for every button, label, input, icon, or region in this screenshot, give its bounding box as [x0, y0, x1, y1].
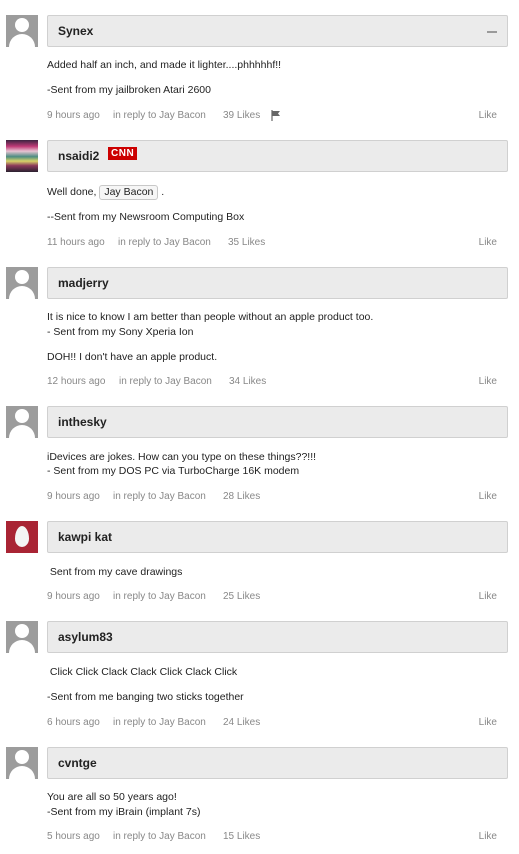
comment-meta: 11 hours ago in reply to Jay Bacon 35 Li… [47, 237, 497, 251]
author-name[interactable]: nsaidi2 [58, 149, 99, 163]
author-name[interactable]: madjerry [58, 276, 109, 290]
comment-header: asylum83 [47, 621, 508, 653]
comment-meta: 5 hours ago in reply to Jay Bacon 15 Lik… [47, 831, 497, 845]
likes-count[interactable]: 24 Likes [223, 717, 260, 728]
default-user-icon [15, 624, 29, 638]
default-user-icon [15, 270, 29, 284]
comment-meta: 9 hours ago in reply to Jay Bacon 39 Lik… [47, 110, 497, 124]
reply-link[interactable]: in reply to Jay Bacon [113, 491, 206, 502]
avatar[interactable] [6, 406, 38, 438]
like-button[interactable]: Like [479, 110, 497, 121]
timestamp[interactable]: 6 hours ago [47, 717, 100, 728]
comment-header: Synex [47, 15, 508, 47]
reply-link[interactable]: in reply to Jay Bacon [113, 110, 206, 121]
author-name[interactable]: kawpi kat [58, 530, 112, 544]
comment-line: DOH!! I don't have an apple product. [47, 351, 218, 363]
likes-count[interactable]: 34 Likes [229, 376, 266, 387]
like-button[interactable]: Like [479, 717, 497, 728]
likes-count[interactable]: 25 Likes [223, 591, 260, 602]
comment-header: nsaidi2 CNN [47, 140, 508, 172]
comment-line: Click Click Clack Clack Click Clack Clic… [47, 666, 238, 678]
flag-icon[interactable] [271, 110, 282, 121]
comment-line: Sent from my cave drawings [47, 566, 183, 578]
comment-line: -Sent from me banging two sticks togethe… [47, 691, 244, 703]
comment-header: cvntge [47, 747, 508, 779]
reply-link[interactable]: in reply to Jay Bacon [113, 717, 206, 728]
comment-header: inthesky [47, 406, 508, 438]
default-user-icon [15, 409, 29, 423]
timestamp[interactable]: 5 hours ago [47, 831, 100, 842]
comment-line: - Sent from my DOS PC via TurboCharge 16… [47, 465, 300, 477]
comment-line: --Sent from my Newsroom Computing Box [47, 211, 245, 223]
likes-count[interactable]: 28 Likes [223, 491, 260, 502]
avatar[interactable] [6, 267, 38, 299]
reply-link[interactable]: in reply to Jay Bacon [113, 591, 206, 602]
comment-meta: 6 hours ago in reply to Jay Bacon 24 Lik… [47, 717, 497, 731]
author-name[interactable]: inthesky [58, 415, 107, 429]
likes-count[interactable]: 15 Likes [223, 831, 260, 842]
timestamp[interactable]: 9 hours ago [47, 591, 100, 602]
cnn-badge: CNN [108, 147, 138, 160]
minus-icon[interactable] [487, 31, 497, 33]
comment-line: You are all so 50 years ago! [47, 791, 177, 803]
reply-link[interactable]: in reply to Jay Bacon [113, 831, 206, 842]
default-user-icon [15, 750, 29, 764]
comment-line: Well done, Jay Bacon . [47, 185, 164, 200]
avatar[interactable] [6, 521, 38, 553]
egg-icon [15, 526, 29, 547]
author-name[interactable]: Synex [58, 24, 93, 38]
like-button[interactable]: Like [479, 376, 497, 387]
timestamp[interactable]: 9 hours ago [47, 110, 100, 121]
comment-line: -Sent from my iBrain (implant 7s) [47, 806, 201, 818]
likes-count[interactable]: 39 Likes [223, 110, 260, 121]
timestamp[interactable]: 9 hours ago [47, 491, 100, 502]
text-fragment: . [161, 186, 165, 198]
avatar[interactable] [6, 140, 38, 172]
avatar[interactable] [6, 621, 38, 653]
avatar[interactable] [6, 15, 38, 47]
comment-line: -Sent from my jailbroken Atari 2600 [47, 84, 211, 96]
timestamp[interactable]: 12 hours ago [47, 376, 105, 387]
comment-line: - Sent from my Sony Xperia Ion [47, 326, 194, 338]
reply-link[interactable]: in reply to Jay Bacon [118, 237, 211, 248]
default-user-icon [15, 18, 29, 32]
author-name[interactable]: cvntge [58, 756, 97, 770]
comment-line: It is nice to know I am better than peop… [47, 311, 374, 323]
comment-meta: 12 hours ago in reply to Jay Bacon 34 Li… [47, 376, 497, 390]
author-name[interactable]: asylum83 [58, 630, 113, 644]
comment-header: kawpi kat [47, 521, 508, 553]
like-button[interactable]: Like [479, 491, 497, 502]
comment-header: madjerry [47, 267, 508, 299]
comment-line: Added half an inch, and made it lighter.… [47, 59, 282, 71]
avatar[interactable] [6, 747, 38, 779]
like-button[interactable]: Like [479, 831, 497, 842]
comment-meta: 9 hours ago in reply to Jay Bacon 28 Lik… [47, 491, 497, 505]
text-fragment: Well done, [47, 186, 97, 198]
mention-link[interactable]: Jay Bacon [99, 185, 159, 200]
like-button[interactable]: Like [479, 237, 497, 248]
comment-meta: 9 hours ago in reply to Jay Bacon 25 Lik… [47, 591, 497, 605]
reply-link[interactable]: in reply to Jay Bacon [119, 376, 212, 387]
likes-count[interactable]: 35 Likes [228, 237, 265, 248]
like-button[interactable]: Like [479, 591, 497, 602]
comment-line: iDevices are jokes. How can you type on … [47, 451, 317, 463]
timestamp[interactable]: 11 hours ago [47, 237, 105, 248]
